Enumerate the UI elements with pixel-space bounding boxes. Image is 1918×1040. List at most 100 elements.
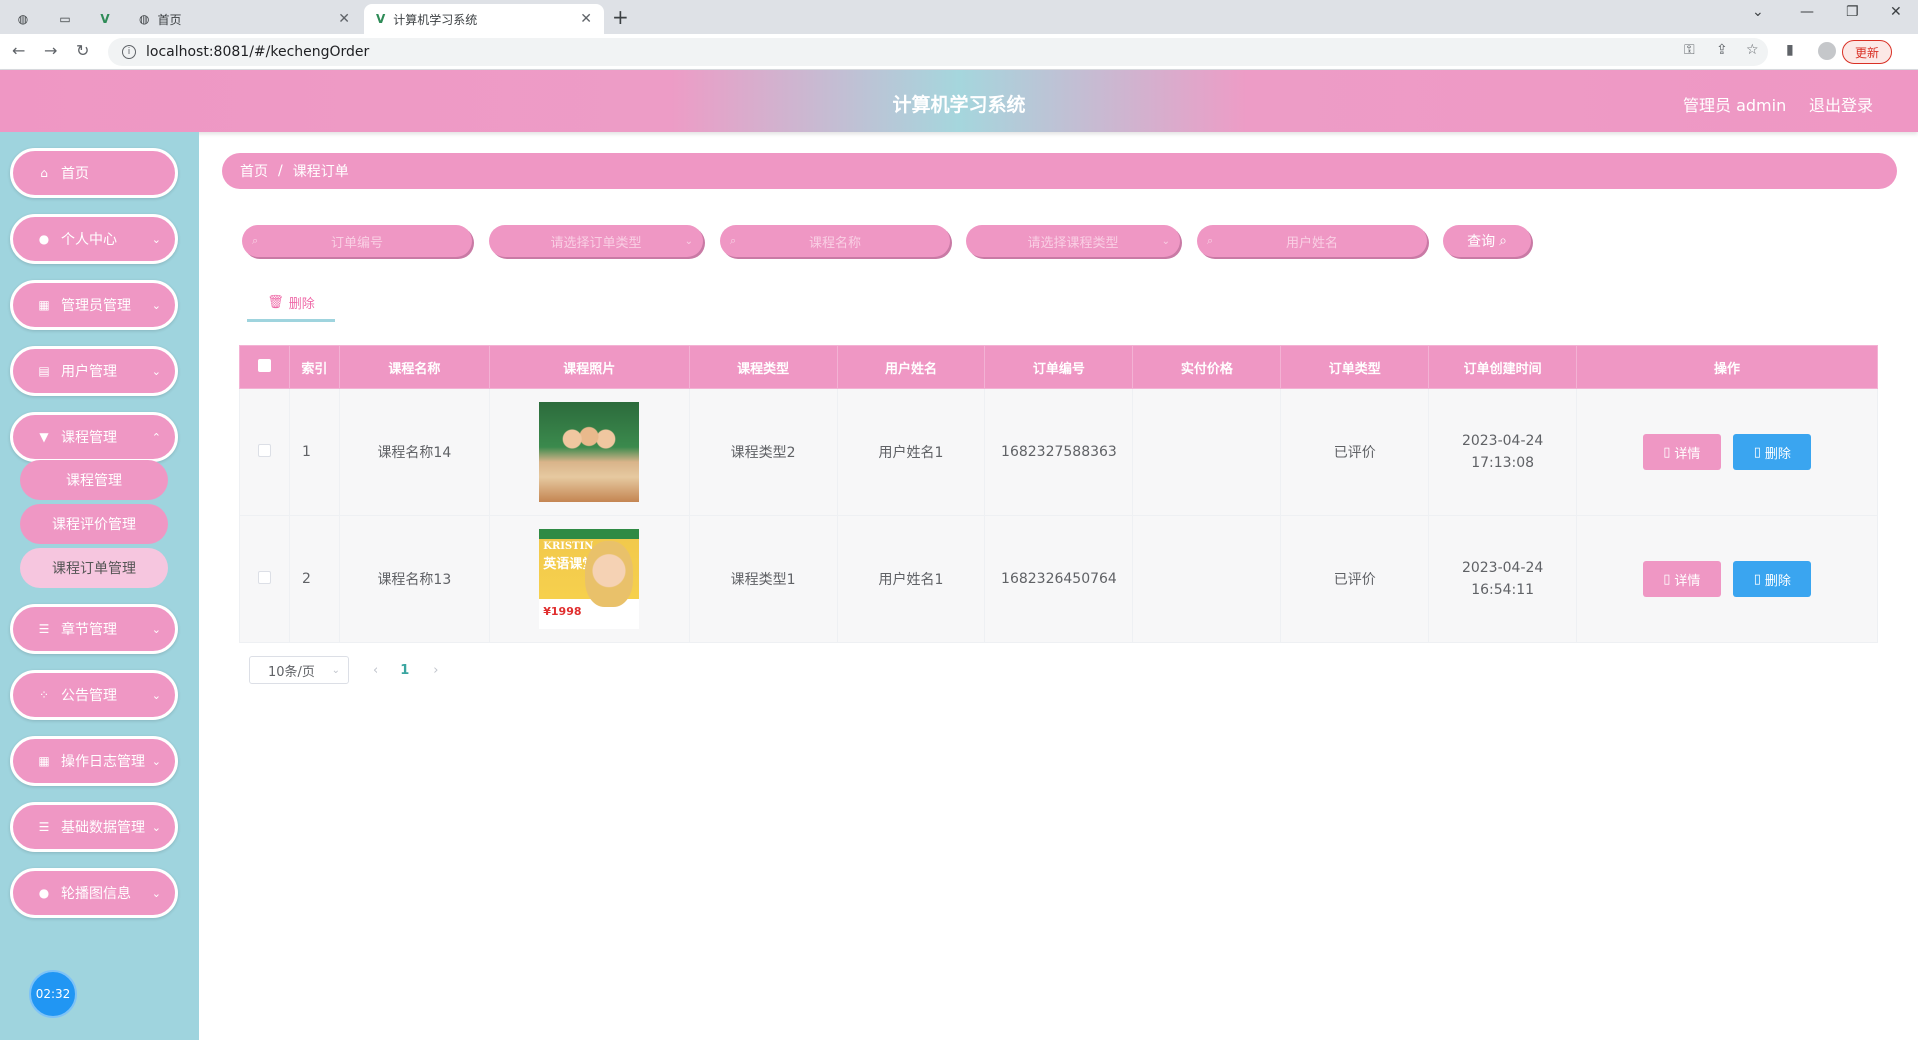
next-page-icon[interactable]: › bbox=[433, 663, 438, 678]
order-type-select[interactable]: 请选择订单类型 ⌄ bbox=[489, 225, 703, 257]
sidebar-subitem-course-review[interactable]: 课程评价管理 bbox=[20, 504, 168, 544]
sidebar-item-logs[interactable]: ▦ 操作日志管理 ⌄ bbox=[10, 736, 178, 786]
update-button[interactable]: 更新 bbox=[1842, 40, 1893, 64]
sidebar-subitem-course-order[interactable]: 课程订单管理 bbox=[20, 548, 168, 588]
sidebar: ⌂ 首页 ● 个人中心 ⌄ ▦ 管理员管理 ⌄ ▤ 用户管理 ⌄ ▼ 课程管理 ⌃ 课程管理 课程… bbox=[0, 132, 199, 1040]
cell-course-photo: KRISTIN 英语课堂 ¥1998 bbox=[488, 515, 690, 643]
order-no-input[interactable]: ⌕ 订单编号 bbox=[242, 225, 472, 257]
cell-index: 1 bbox=[288, 388, 340, 516]
batch-delete-button[interactable]: 🗑 删除 bbox=[247, 286, 335, 322]
chevron-down-icon: ⌄ bbox=[684, 235, 693, 247]
sidebar-item-label: 用户管理 bbox=[61, 364, 117, 380]
chevron-down-icon: ⌄ bbox=[151, 622, 161, 636]
profile-icon[interactable] bbox=[1818, 42, 1836, 60]
tab-title: 计算机学习系统 bbox=[393, 12, 478, 27]
sidebar-item-basedata[interactable]: ☰ 基础数据管理 ⌄ bbox=[10, 802, 178, 852]
cell-actions: ▯ 详情 ▯ 删除 bbox=[1576, 388, 1878, 516]
delete-button[interactable]: ▯ 删除 bbox=[1733, 561, 1812, 597]
sidebar-subitem-course-manage[interactable]: 课程管理 bbox=[20, 460, 168, 500]
course-type-select[interactable]: 请选择课程类型 ⌄ bbox=[966, 225, 1180, 257]
share-icon[interactable]: ⇪ bbox=[1716, 42, 1728, 58]
chevron-down-icon: ⌄ bbox=[1161, 235, 1170, 247]
list-icon: ☰ bbox=[38, 622, 50, 636]
row-select-cell[interactable] bbox=[239, 388, 290, 516]
sidebar-item-chapters[interactable]: ☰ 章节管理 ⌄ bbox=[10, 604, 178, 654]
portrait-figure bbox=[585, 541, 634, 607]
delete-label: 删除 bbox=[1764, 446, 1791, 462]
sidebar-item-courses[interactable]: ▼ 课程管理 ⌃ bbox=[10, 412, 178, 462]
tab-search-icon[interactable]: ⌄ bbox=[1752, 4, 1764, 20]
search-icon: ⌕ bbox=[252, 234, 259, 247]
address-bar: ← → ↻ i localhost:8081/#/kechengOrder ⚿ … bbox=[0, 34, 1918, 70]
tab-active[interactable]: V 计算机学习系统 ✕ bbox=[364, 4, 604, 34]
sidebar-item-label: 管理员管理 bbox=[61, 298, 131, 314]
restore-icon[interactable]: ❐ bbox=[1846, 4, 1859, 20]
app-title: 计算机学习系统 bbox=[892, 94, 1026, 116]
star-icon[interactable]: ☆ bbox=[1746, 42, 1759, 58]
sidebar-item-admins[interactable]: ▦ 管理员管理 ⌄ bbox=[10, 280, 178, 330]
order-type-placeholder: 请选择订单类型 bbox=[550, 235, 642, 251]
current-page[interactable]: 1 bbox=[400, 663, 409, 678]
delete-button[interactable]: ▯ 删除 bbox=[1733, 434, 1812, 470]
sidebar-item-home[interactable]: ⌂ 首页 bbox=[10, 148, 178, 198]
window-close-icon[interactable]: ✕ bbox=[1890, 4, 1902, 20]
clipboard-icon: ▤ bbox=[38, 364, 50, 378]
sidebar-item-profile[interactable]: ● 个人中心 ⌄ bbox=[10, 214, 178, 264]
logout-link[interactable]: 退出登录 bbox=[1809, 92, 1873, 116]
chevron-down-icon: ⌄ bbox=[151, 298, 161, 312]
detail-button[interactable]: ▯ 详情 bbox=[1642, 434, 1721, 470]
chevron-down-icon: ⌄ bbox=[331, 664, 340, 676]
tab-home[interactable]: ◍ 首页 ✕ bbox=[127, 4, 362, 34]
doc-icon: ▯ bbox=[1663, 571, 1671, 587]
query-button[interactable]: 查询 ⌕ bbox=[1443, 225, 1531, 257]
select-all-cell[interactable] bbox=[239, 345, 290, 389]
pinned-tab-2[interactable]: ▭ bbox=[50, 4, 80, 34]
page-size-value: 10条/页 bbox=[268, 664, 315, 680]
key-icon[interactable]: ⚿ bbox=[1684, 42, 1695, 58]
col-index: 索引 bbox=[288, 345, 340, 389]
user-name-input[interactable]: ⌕ 用户姓名 bbox=[1197, 225, 1427, 257]
app-header: 计算机学习系统 管理员 admin 退出登录 bbox=[0, 70, 1918, 132]
close-icon[interactable]: ✕ bbox=[338, 11, 350, 27]
info-icon[interactable]: i bbox=[122, 45, 136, 59]
forward-icon[interactable]: → bbox=[44, 41, 57, 60]
reload-icon[interactable]: ↻ bbox=[76, 41, 89, 60]
breadcrumb-home[interactable]: 首页 bbox=[240, 161, 268, 181]
pinned-tab-1[interactable]: ◍ bbox=[8, 4, 38, 34]
prev-page-icon[interactable]: ‹ bbox=[373, 663, 378, 678]
sidebar-item-users[interactable]: ▤ 用户管理 ⌄ bbox=[10, 346, 178, 396]
search-icon: ⌕ bbox=[730, 234, 737, 247]
photo-text-brand: KRISTIN bbox=[543, 541, 594, 552]
back-icon[interactable]: ← bbox=[12, 41, 25, 60]
close-icon[interactable]: ✕ bbox=[580, 11, 592, 27]
course-photo bbox=[539, 402, 640, 502]
select-all-checkbox[interactable] bbox=[257, 358, 271, 372]
sidebar-item-label: 个人中心 bbox=[61, 232, 117, 248]
new-tab-icon[interactable]: + bbox=[612, 5, 629, 29]
cell-order-no: 1682326450764 bbox=[984, 515, 1134, 643]
cell-course-photo bbox=[488, 388, 690, 516]
sidebar-item-label: 公告管理 bbox=[61, 688, 117, 704]
cell-course-name: 课程名称14 bbox=[338, 388, 490, 516]
row-checkbox[interactable] bbox=[257, 570, 271, 584]
url-field[interactable]: i localhost:8081/#/kechengOrder bbox=[108, 38, 1768, 66]
sidebar-item-carousel[interactable]: ● 轮播图信息 ⌄ bbox=[10, 868, 178, 918]
row-select-cell[interactable] bbox=[239, 515, 290, 643]
sidebar-item-label: 操作日志管理 bbox=[61, 754, 145, 770]
sidebar-item-notices[interactable]: ⁘ 公告管理 ⌄ bbox=[10, 670, 178, 720]
cell-order-type: 已评价 bbox=[1280, 515, 1430, 643]
table-header-row: 索引 课程名称 课程照片 课程类型 用户姓名 订单编号 实付价格 订单类型 订单… bbox=[239, 345, 1878, 389]
minimize-icon[interactable]: — bbox=[1800, 4, 1814, 20]
course-name-input[interactable]: ⌕ 课程名称 bbox=[720, 225, 950, 257]
col-user-name: 用户姓名 bbox=[836, 345, 986, 389]
delete-label: 删除 bbox=[1764, 573, 1791, 589]
detail-button[interactable]: ▯ 详情 bbox=[1642, 561, 1721, 597]
col-course-photo: 课程照片 bbox=[488, 345, 690, 389]
pinned-tab-3[interactable]: V bbox=[90, 4, 120, 34]
row-checkbox[interactable] bbox=[257, 443, 271, 457]
sidepanel-icon[interactable]: ▮ bbox=[1786, 42, 1794, 58]
order-no-placeholder: 订单编号 bbox=[330, 235, 383, 251]
trash-icon: ▯ bbox=[1753, 444, 1761, 460]
pagination: 10条/页 ⌄ ‹ 1 › bbox=[249, 656, 438, 684]
page-size-select[interactable]: 10条/页 ⌄ bbox=[249, 656, 349, 684]
